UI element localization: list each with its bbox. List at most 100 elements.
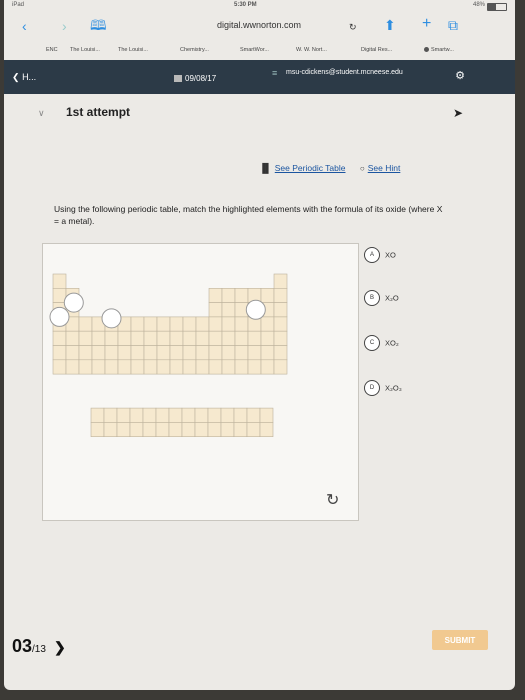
element-cell [156, 359, 171, 375]
bookmark-item[interactable]: W. W. Nort... [296, 47, 327, 53]
element-cell [181, 407, 196, 423]
element-cell [260, 345, 275, 361]
element-cell [182, 345, 197, 361]
element-cell [273, 330, 288, 346]
element-cell [169, 359, 184, 375]
see-hint-link[interactable]: See Hint [368, 163, 401, 173]
back-link[interactable]: ❮ H... [12, 72, 36, 83]
see-periodic-table-link[interactable]: See Periodic Table [275, 163, 346, 173]
element-cell [103, 407, 118, 423]
due-date: 09/08/17 [174, 74, 216, 83]
option-a-circle[interactable]: A [364, 247, 380, 263]
element-cell [78, 330, 93, 346]
option-b[interactable]: B X₂O [364, 290, 399, 306]
bookmark-item[interactable]: The Louisi... [70, 47, 100, 53]
element-cell [78, 316, 93, 332]
option-c-formula: XO₂ [385, 338, 399, 348]
element-cell [143, 359, 158, 375]
element-cell [234, 359, 249, 375]
new-tab-icon[interactable]: + [422, 16, 431, 32]
chevron-down-icon[interactable]: ∨ [38, 108, 45, 119]
element-cell [208, 330, 223, 346]
option-d[interactable]: D X₂O₃ [364, 380, 402, 396]
element-cell [234, 345, 249, 361]
element-cell [168, 422, 183, 437]
course-header: ❮ H... 09/08/17 ≡ msu-cdickens@student.m… [4, 60, 515, 94]
element-cell [117, 330, 132, 346]
bookmark-item[interactable]: ENC [46, 47, 58, 53]
bookmark-item[interactable]: Digital Res... [361, 47, 392, 53]
share-icon[interactable]: ⬆ [384, 18, 396, 32]
option-a[interactable]: A XO [364, 247, 396, 263]
tabs-icon[interactable]: ⧉ [448, 18, 458, 32]
bookmark-item[interactable]: The Louisi... [118, 47, 148, 53]
element-cell [78, 345, 93, 361]
reload-icon[interactable]: ↻ [349, 20, 357, 34]
chevron-right-icon[interactable]: ❯ [54, 639, 66, 655]
gear-icon[interactable]: ⚙ [455, 69, 465, 82]
element-cell [130, 359, 145, 375]
element-cell [116, 407, 131, 423]
element-cell [234, 287, 249, 303]
question-pager: 03/13 ❯ [12, 636, 66, 657]
element-cell [233, 422, 248, 437]
bookmark-item[interactable]: Chemistry... [180, 47, 209, 53]
bookmarks-book-icon[interactable]: 🕮 [90, 18, 107, 32]
element-cell [207, 407, 222, 423]
element-cell [246, 407, 261, 423]
question-text: Using the following periodic table, matc… [54, 204, 443, 226]
element-cell [155, 407, 170, 423]
element-cell [117, 345, 132, 361]
element-cell [155, 422, 170, 437]
element-cell [221, 330, 236, 346]
element-cell [181, 422, 196, 437]
element-cell [129, 407, 144, 423]
option-b-circle[interactable]: B [364, 290, 380, 306]
element-cell [247, 330, 262, 346]
refresh-icon[interactable]: ↻ [326, 490, 339, 510]
element-cell [221, 345, 236, 361]
status-bar: iPad 5:30 PM 48% [4, 0, 515, 12]
element-cell [169, 345, 184, 361]
element-cell [260, 359, 275, 375]
element-cell [143, 330, 158, 346]
element-cell [208, 345, 223, 361]
browser-back-icon[interactable]: ‹ [22, 19, 27, 33]
bookmarks-bar: ENC The Louisi... The Louisi... Chemistr… [4, 42, 515, 58]
option-c[interactable]: C XO₂ [364, 335, 399, 351]
option-c-circle[interactable]: C [364, 335, 380, 351]
element-cell [65, 345, 80, 361]
element-cell [142, 407, 157, 423]
bookmark-item[interactable]: Smartw... [424, 47, 454, 53]
highlighted-element-marker [49, 306, 70, 327]
element-cell [221, 302, 236, 318]
bookmark-item[interactable]: SmartWor... [240, 47, 269, 53]
element-cell [208, 359, 223, 375]
element-cell [130, 345, 145, 361]
element-cell [260, 316, 275, 332]
option-d-circle[interactable]: D [364, 380, 380, 396]
attempt-row[interactable]: ∨ 1st attempt ➤ [4, 96, 515, 126]
browser-forward-icon[interactable]: › [62, 19, 67, 33]
periodic-table-panel [42, 243, 359, 521]
element-cell [246, 422, 261, 437]
address-bar[interactable]: digital.wwnorton.com [154, 20, 364, 30]
element-cell [273, 302, 288, 318]
element-cell [247, 359, 262, 375]
element-cell [130, 330, 145, 346]
element-cell [221, 287, 236, 303]
element-cell [90, 407, 105, 423]
option-b-formula: X₂O [385, 293, 399, 303]
element-cell [52, 359, 67, 375]
element-cell [169, 316, 184, 332]
highlighted-element-marker [63, 292, 84, 313]
submit-button[interactable]: SUBMIT [432, 630, 488, 650]
element-cell [65, 330, 80, 346]
periodic-table-grid [49, 273, 288, 437]
element-cell [130, 316, 145, 332]
collapse-arrow-icon[interactable]: ➤ [453, 106, 463, 120]
carrier-label: iPad [12, 2, 25, 8]
element-cell [259, 422, 274, 437]
element-cell [156, 345, 171, 361]
element-cell [233, 407, 248, 423]
